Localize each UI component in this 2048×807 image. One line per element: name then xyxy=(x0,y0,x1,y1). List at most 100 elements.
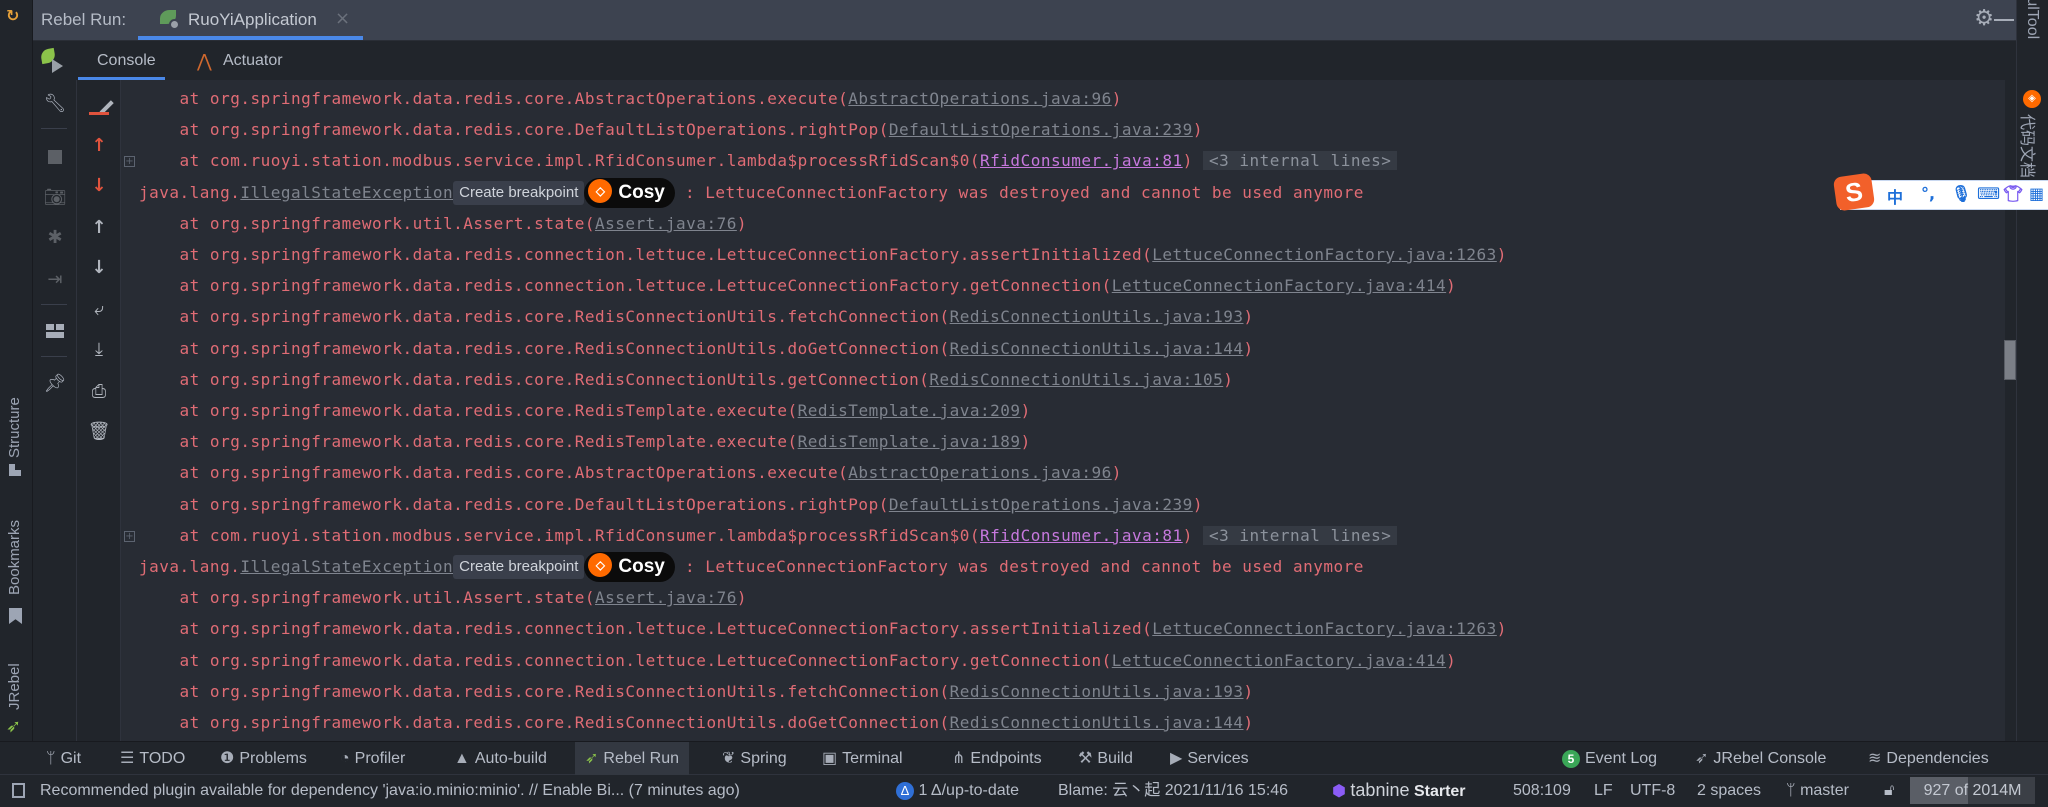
source-link[interactable]: RedisTemplate.java:209 xyxy=(798,401,1021,420)
microphone-icon[interactable]: 🎙︎ xyxy=(1951,184,1971,203)
event-message-icon[interactable] xyxy=(12,775,25,806)
tool-button-build[interactable]: ⚒ Build xyxy=(1068,742,1143,775)
code-doc-tool-button[interactable]: ◈ 代码文档 xyxy=(2017,88,2048,188)
source-link[interactable]: LettuceConnectionFactory.java:414 xyxy=(1112,651,1446,670)
source-link[interactable]: RedisTemplate.java:189 xyxy=(798,432,1021,451)
fold-expand-icon[interactable]: + xyxy=(124,530,135,542)
tool-button-profiler[interactable]: ◔ Profiler xyxy=(330,742,415,775)
minimize-icon[interactable] xyxy=(1994,19,2014,21)
stack-frame-close: ) xyxy=(1192,494,1203,514)
source-link[interactable]: DefaultListOperations.java:239 xyxy=(889,495,1193,514)
console-output[interactable]: at org.springframework.data.redis.core.A… xyxy=(121,80,2005,741)
readonly-lock-icon[interactable]: 🔓︎ xyxy=(1884,775,1894,806)
source-link[interactable]: RfidConsumer.java:81 xyxy=(980,526,1183,545)
blame-info[interactable]: Blame: 云丶起 2021/11/16 15:46 xyxy=(1058,775,1288,806)
tabnine-status[interactable]: ⬢ tabnine Starter xyxy=(1332,775,1466,806)
source-link[interactable]: Assert.java:76 xyxy=(595,588,737,607)
exception-class-link[interactable]: IllegalStateException xyxy=(240,557,453,576)
settings-gear-icon[interactable]: ⚙ xyxy=(1974,6,1994,31)
tool-button-jrebel-console[interactable]: ➶ JRebel Console xyxy=(1685,742,1836,775)
layout-icon[interactable] xyxy=(42,318,68,344)
source-link[interactable]: LettuceConnectionFactory.java:1263 xyxy=(1152,245,1497,264)
source-link[interactable]: LettuceConnectionFactory.java:414 xyxy=(1112,276,1446,295)
tool-button-event-log[interactable]: 5 Event Log xyxy=(1552,742,1667,775)
tool-button-dependencies[interactable]: ≋ Dependencies xyxy=(1858,742,1999,775)
source-link[interactable]: AbstractOperations.java:96 xyxy=(848,89,1111,108)
tool-button-git[interactable]: ᛘ Git xyxy=(36,742,91,775)
apps-grid-icon[interactable]: ▦ xyxy=(2029,184,2044,203)
camera-icon[interactable]: 📷︎ xyxy=(42,184,68,210)
soft-wrap-icon[interactable]: ⤶ xyxy=(86,296,112,322)
memory-indicator[interactable]: 927 of 2014M xyxy=(1910,777,2035,804)
ime-chinese-mode[interactable]: 中 xyxy=(1887,184,1903,208)
source-link[interactable]: RfidConsumer.java:81 xyxy=(980,151,1183,170)
wrench-icon[interactable]: 🔧︎ xyxy=(42,90,68,116)
tool-button-spring[interactable]: ❦ Spring xyxy=(712,742,797,775)
source-link[interactable]: RedisConnectionUtils.java:144 xyxy=(950,339,1244,358)
tool-button-services[interactable]: ▶ Services xyxy=(1160,742,1259,775)
internal-lines-toggle[interactable]: <3 internal lines> xyxy=(1202,525,1398,545)
cosy-button[interactable]: ◇ Cosy xyxy=(584,177,675,208)
stack-frame-method: at org.springframework.util.Assert.state… xyxy=(139,213,595,233)
cosy-button[interactable]: ◇ Cosy xyxy=(584,552,675,582)
tool-button-rebel-run[interactable]: ➶ Rebel Run xyxy=(575,742,690,775)
up-icon[interactable]: ↑ xyxy=(86,214,112,240)
cosy-logo-icon: ◇ xyxy=(588,179,613,204)
create-breakpoint-button[interactable]: Create breakpoint xyxy=(453,180,585,205)
scroll-to-end-icon[interactable]: ⤓ xyxy=(86,336,112,362)
console-stack-line: at org.springframework.data.redis.connec… xyxy=(139,272,1456,300)
console-stack-line: at org.springframework.data.redis.core.R… xyxy=(139,709,1254,737)
exception-class-link[interactable]: IllegalStateException xyxy=(240,183,453,202)
source-link[interactable]: Assert.java:76 xyxy=(595,214,737,233)
next-error-icon[interactable]: ↓ xyxy=(86,172,112,198)
sogou-logo-icon[interactable]: S xyxy=(1832,172,1876,212)
trash-icon[interactable]: 🗑︎ xyxy=(86,418,112,444)
create-breakpoint-button[interactable]: Create breakpoint xyxy=(453,555,585,579)
git-branch[interactable]: ᛘ master xyxy=(1786,775,1849,806)
jrebel-icon: ➶ xyxy=(585,750,599,767)
pin-icon[interactable]: 📌︎ xyxy=(42,370,68,396)
indent-setting[interactable]: 2 spaces xyxy=(1697,775,1761,806)
tab-console[interactable]: Console xyxy=(78,41,165,80)
source-link[interactable]: AbstractOperations.java:96 xyxy=(848,463,1111,482)
vcs-status[interactable]: Δ 1 Δ/up-to-date xyxy=(896,775,1019,806)
source-link[interactable]: RedisConnectionUtils.java:193 xyxy=(950,682,1244,701)
fold-expand-icon[interactable]: + xyxy=(124,156,135,168)
debug-icon[interactable]: ✱ xyxy=(42,224,68,250)
tool-button-label: Problems xyxy=(239,750,307,767)
source-link[interactable]: RedisConnectionUtils.java:193 xyxy=(950,307,1244,326)
run-config-tab[interactable]: RuoYiApplication × xyxy=(138,0,363,40)
ime-punctuation[interactable]: °, xyxy=(1921,184,1935,203)
stop-icon[interactable] xyxy=(42,144,68,170)
tab-actuator[interactable]: ⋀ Actuator xyxy=(193,41,283,80)
clear-icon[interactable] xyxy=(86,92,114,118)
cursor-position[interactable]: 508:109 xyxy=(1513,775,1571,806)
file-encoding[interactable]: UTF-8 xyxy=(1630,775,1675,806)
down-icon[interactable]: ↓ xyxy=(86,254,112,280)
source-link[interactable]: RedisConnectionUtils.java:105 xyxy=(929,370,1223,389)
login-icon[interactable]: ⇥ xyxy=(42,266,68,292)
status-message[interactable]: Recommended plugin available for depende… xyxy=(40,775,740,806)
keyboard-icon[interactable]: ⌨ xyxy=(1977,184,2000,203)
close-tab-icon[interactable]: × xyxy=(335,8,350,29)
tool-button-problems[interactable]: ❶ Problems xyxy=(210,742,317,775)
skin-shirt-icon[interactable]: 👕︎ xyxy=(2003,184,2023,203)
stack-frame-method: at org.springframework.data.redis.core.R… xyxy=(139,713,950,732)
jrebel-tool-button[interactable]: JRebel ➶ xyxy=(0,650,32,740)
tool-button-terminal[interactable]: ▣ Terminal xyxy=(812,742,913,775)
jrebel-run-icon[interactable] xyxy=(39,47,67,73)
restfultool-tool-button[interactable]: RestfulTool xyxy=(2017,0,2048,70)
previous-error-icon[interactable]: ↑ xyxy=(86,132,112,158)
tool-button-todo[interactable]: ☰ TODO xyxy=(110,742,195,775)
tool-button-auto-build[interactable]: ▲ Auto-build xyxy=(444,742,557,775)
print-icon[interactable]: ⎙ xyxy=(86,378,112,404)
source-link[interactable]: LettuceConnectionFactory.java:1263 xyxy=(1152,619,1497,638)
source-link[interactable]: RedisConnectionUtils.java:144 xyxy=(950,713,1244,732)
console-scrollbar-thumb[interactable] xyxy=(2004,340,2016,380)
tool-button-endpoints[interactable]: ⋔ Endpoints xyxy=(942,742,1052,775)
structure-tool-button[interactable]: Structure xyxy=(0,380,32,480)
source-link[interactable]: DefaultListOperations.java:239 xyxy=(889,120,1193,139)
line-ending[interactable]: LF xyxy=(1594,775,1613,806)
bookmarks-tool-button[interactable]: Bookmarks xyxy=(0,510,32,630)
internal-lines-toggle[interactable]: <3 internal lines> xyxy=(1202,151,1398,171)
